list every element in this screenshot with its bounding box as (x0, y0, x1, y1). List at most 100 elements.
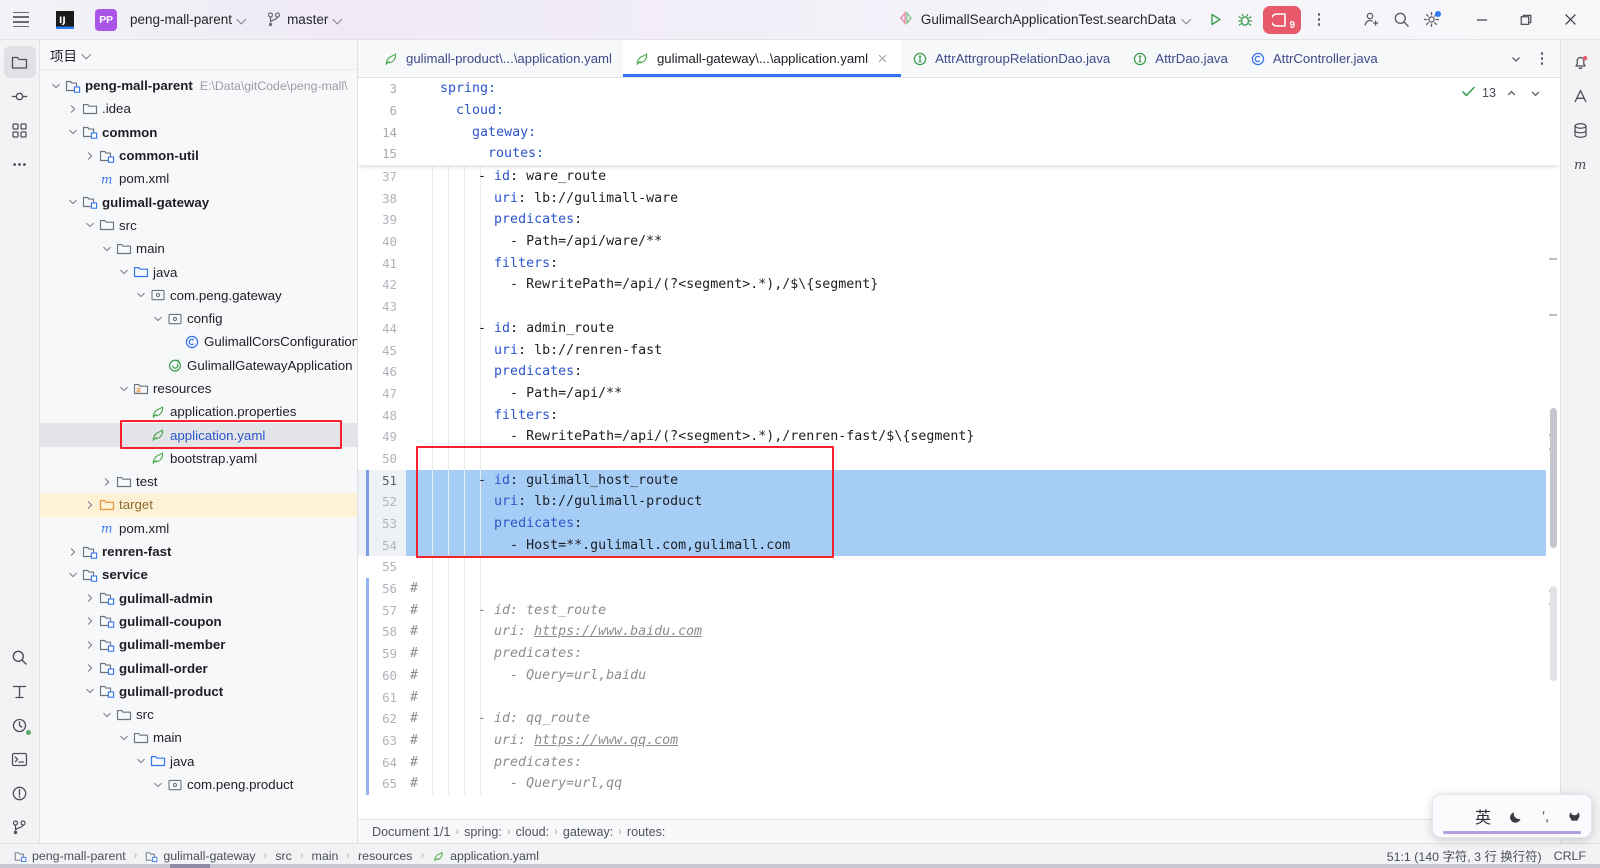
windows-icon[interactable] (1442, 809, 1457, 824)
tree-row[interactable]: common (40, 121, 357, 144)
code-line[interactable]: 47 - Path=/api/** (358, 382, 1560, 405)
maximize-button[interactable] (1504, 0, 1548, 40)
add-user-icon[interactable] (1356, 6, 1386, 34)
vertical-scrollbar-thumb[interactable] (1550, 408, 1557, 548)
commit-icon[interactable] (4, 80, 36, 112)
chevron-down-icon[interactable] (65, 567, 81, 583)
run-configuration-selector[interactable]: GulimallSearchApplicationTest.searchData (890, 7, 1200, 33)
tree-row[interactable]: GulimallGatewayApplication (40, 354, 357, 377)
tree-row[interactable]: service (40, 563, 357, 586)
ai-assistant-icon[interactable] (1565, 80, 1597, 112)
code-line[interactable]: 40 - Path=/api/ware/** (358, 231, 1560, 253)
chevron-down-icon[interactable] (82, 217, 98, 233)
chevron-right-icon[interactable] (82, 590, 98, 606)
project-selector[interactable]: PP peng-mall-parent (88, 7, 254, 33)
hamburger-menu-icon[interactable] (8, 7, 34, 33)
breadcrumb-item[interactable]: cloud: (512, 825, 554, 839)
tree-row[interactable]: bootstrap.yaml (40, 447, 357, 470)
tree-row[interactable]: common-util (40, 144, 357, 167)
moon-icon[interactable] (1509, 809, 1524, 824)
code-line-selected[interactable]: 54 - Host=**.gulimall.com,gulimall.com (358, 534, 1560, 557)
chevron-down-icon[interactable] (150, 777, 166, 793)
chevron-right-icon[interactable] (99, 474, 115, 490)
branch-selector[interactable]: master (260, 7, 350, 33)
project-tool-header[interactable]: 项目 (40, 40, 357, 70)
code-line[interactable]: 61 # (358, 686, 1560, 709)
tree-row[interactable]: m pom.xml (40, 517, 357, 540)
code-line[interactable]: 39 predicates: (358, 209, 1560, 232)
code-line[interactable]: 62 # - id: qq_route (358, 708, 1560, 730)
code-line[interactable]: 60 # - Query=url,baidu (358, 664, 1560, 687)
tree-row[interactable]: renren-fast (40, 540, 357, 563)
tree-row[interactable]: peng-mall-parent E:\Data\gitCode\peng-mal… (40, 74, 357, 97)
breadcrumb-item[interactable]: Document 1/1 (368, 825, 454, 839)
more-vertical-icon[interactable] (1304, 6, 1334, 34)
minimize-button[interactable] (1460, 0, 1504, 40)
vertical-scrollbar-track[interactable] (1550, 586, 1557, 681)
tree-row[interactable]: java (40, 260, 357, 283)
editor-tab[interactable]: AttrDao.java (1121, 40, 1239, 77)
chevron-right-icon[interactable] (65, 544, 81, 560)
tree-row[interactable]: config (40, 307, 357, 330)
code-line[interactable]: 41 filters: (358, 252, 1560, 275)
chevron-down-icon[interactable] (1504, 47, 1528, 71)
tree-row[interactable]: gulimall-gateway (40, 190, 357, 213)
database-icon[interactable] (1565, 114, 1597, 146)
tree-row[interactable]: gulimall-coupon (40, 610, 357, 633)
code-editor[interactable]: 37 - id: ware_route 38 uri: lb://gulimall… (358, 78, 1560, 819)
chevron-down-icon[interactable] (48, 78, 64, 94)
breadcrumb-item[interactable]: routes: (623, 825, 670, 839)
project-tree[interactable]: peng-mall-parent E:\Data\gitCode\peng-mal… (40, 70, 357, 843)
code-line[interactable]: 37 - id: ware_route (358, 166, 1560, 188)
tree-row[interactable]: test (40, 470, 357, 493)
chevron-down-icon[interactable] (99, 707, 115, 723)
tree-row[interactable]: java (40, 750, 357, 773)
code-line[interactable]: 63 # uri: https://www.qq.com (358, 729, 1560, 752)
tree-row[interactable]: GulimallCorsConfiguration (40, 330, 357, 353)
breadcrumb-item[interactable]: spring: (460, 825, 506, 839)
chevron-down-icon[interactable] (116, 730, 132, 746)
tree-row[interactable]: com.peng.gateway (40, 284, 357, 307)
chevron-right-icon[interactable] (65, 101, 81, 117)
tree-row[interactable]: main (40, 726, 357, 749)
code-line[interactable]: 58 # uri: https://www.baidu.com (358, 621, 1560, 644)
chevron-down-icon[interactable] (116, 264, 132, 280)
tree-row[interactable]: src (40, 214, 357, 237)
ime-floating-bar[interactable]: 英 ’, (1432, 794, 1592, 838)
chevron-down-icon[interactable] (65, 124, 81, 140)
problems-icon[interactable] (4, 777, 36, 809)
tree-row[interactable]: src (40, 703, 357, 726)
code-line[interactable]: 55 (358, 556, 1560, 579)
tree-row[interactable]: m pom.xml (40, 167, 357, 190)
tree-row[interactable]: gulimall-order (40, 656, 357, 679)
inspection-widget[interactable]: 13 (1461, 84, 1544, 102)
chevron-right-icon[interactable] (82, 148, 98, 164)
terminal-icon[interactable] (4, 743, 36, 775)
code-line-selected[interactable]: 51 - id: gulimall_host_route (358, 469, 1560, 492)
code-line[interactable]: 56 # (358, 578, 1560, 600)
code-line[interactable]: 49 - RewritePath=/api/(?<segment>.*),/re… (358, 426, 1560, 448)
debug-button[interactable] (1230, 6, 1260, 34)
code-line[interactable]: 42 - RewritePath=/api/(?<segment>.*),/$\… (358, 274, 1560, 297)
editor-tab[interactable]: gulimall-product\...\application.yaml (372, 40, 623, 77)
chevron-right-icon[interactable] (82, 497, 98, 513)
notifications-icon[interactable] (1565, 46, 1597, 78)
chevron-down-icon[interactable] (150, 311, 166, 327)
editor-tab[interactable]: AttrController.java (1239, 40, 1389, 77)
code-line-selected[interactable]: 53 predicates: (358, 513, 1560, 535)
chevron-up-icon[interactable] (1502, 84, 1520, 102)
tree-row[interactable]: resources (40, 377, 357, 400)
tree-row[interactable]: gulimall-member (40, 633, 357, 656)
more-vertical-icon[interactable] (1530, 47, 1554, 71)
code-line[interactable]: 59 # predicates: (358, 643, 1560, 665)
code-line[interactable]: 57 # - id: test_route (358, 599, 1560, 622)
ime-mode-label[interactable]: 英 (1475, 804, 1491, 828)
chevron-down-icon[interactable] (1526, 84, 1544, 102)
services-badge[interactable]: 9 (1263, 5, 1301, 34)
punctuation-icon[interactable]: ’, (1542, 808, 1549, 824)
code-scroll-area[interactable]: 37 - id: ware_route 38 uri: lb://gulimall… (358, 78, 1560, 819)
run-button[interactable] (1200, 6, 1230, 34)
build-icon[interactable] (4, 709, 36, 741)
more-tools-icon[interactable] (4, 148, 36, 180)
version-control-icon[interactable] (4, 811, 36, 843)
